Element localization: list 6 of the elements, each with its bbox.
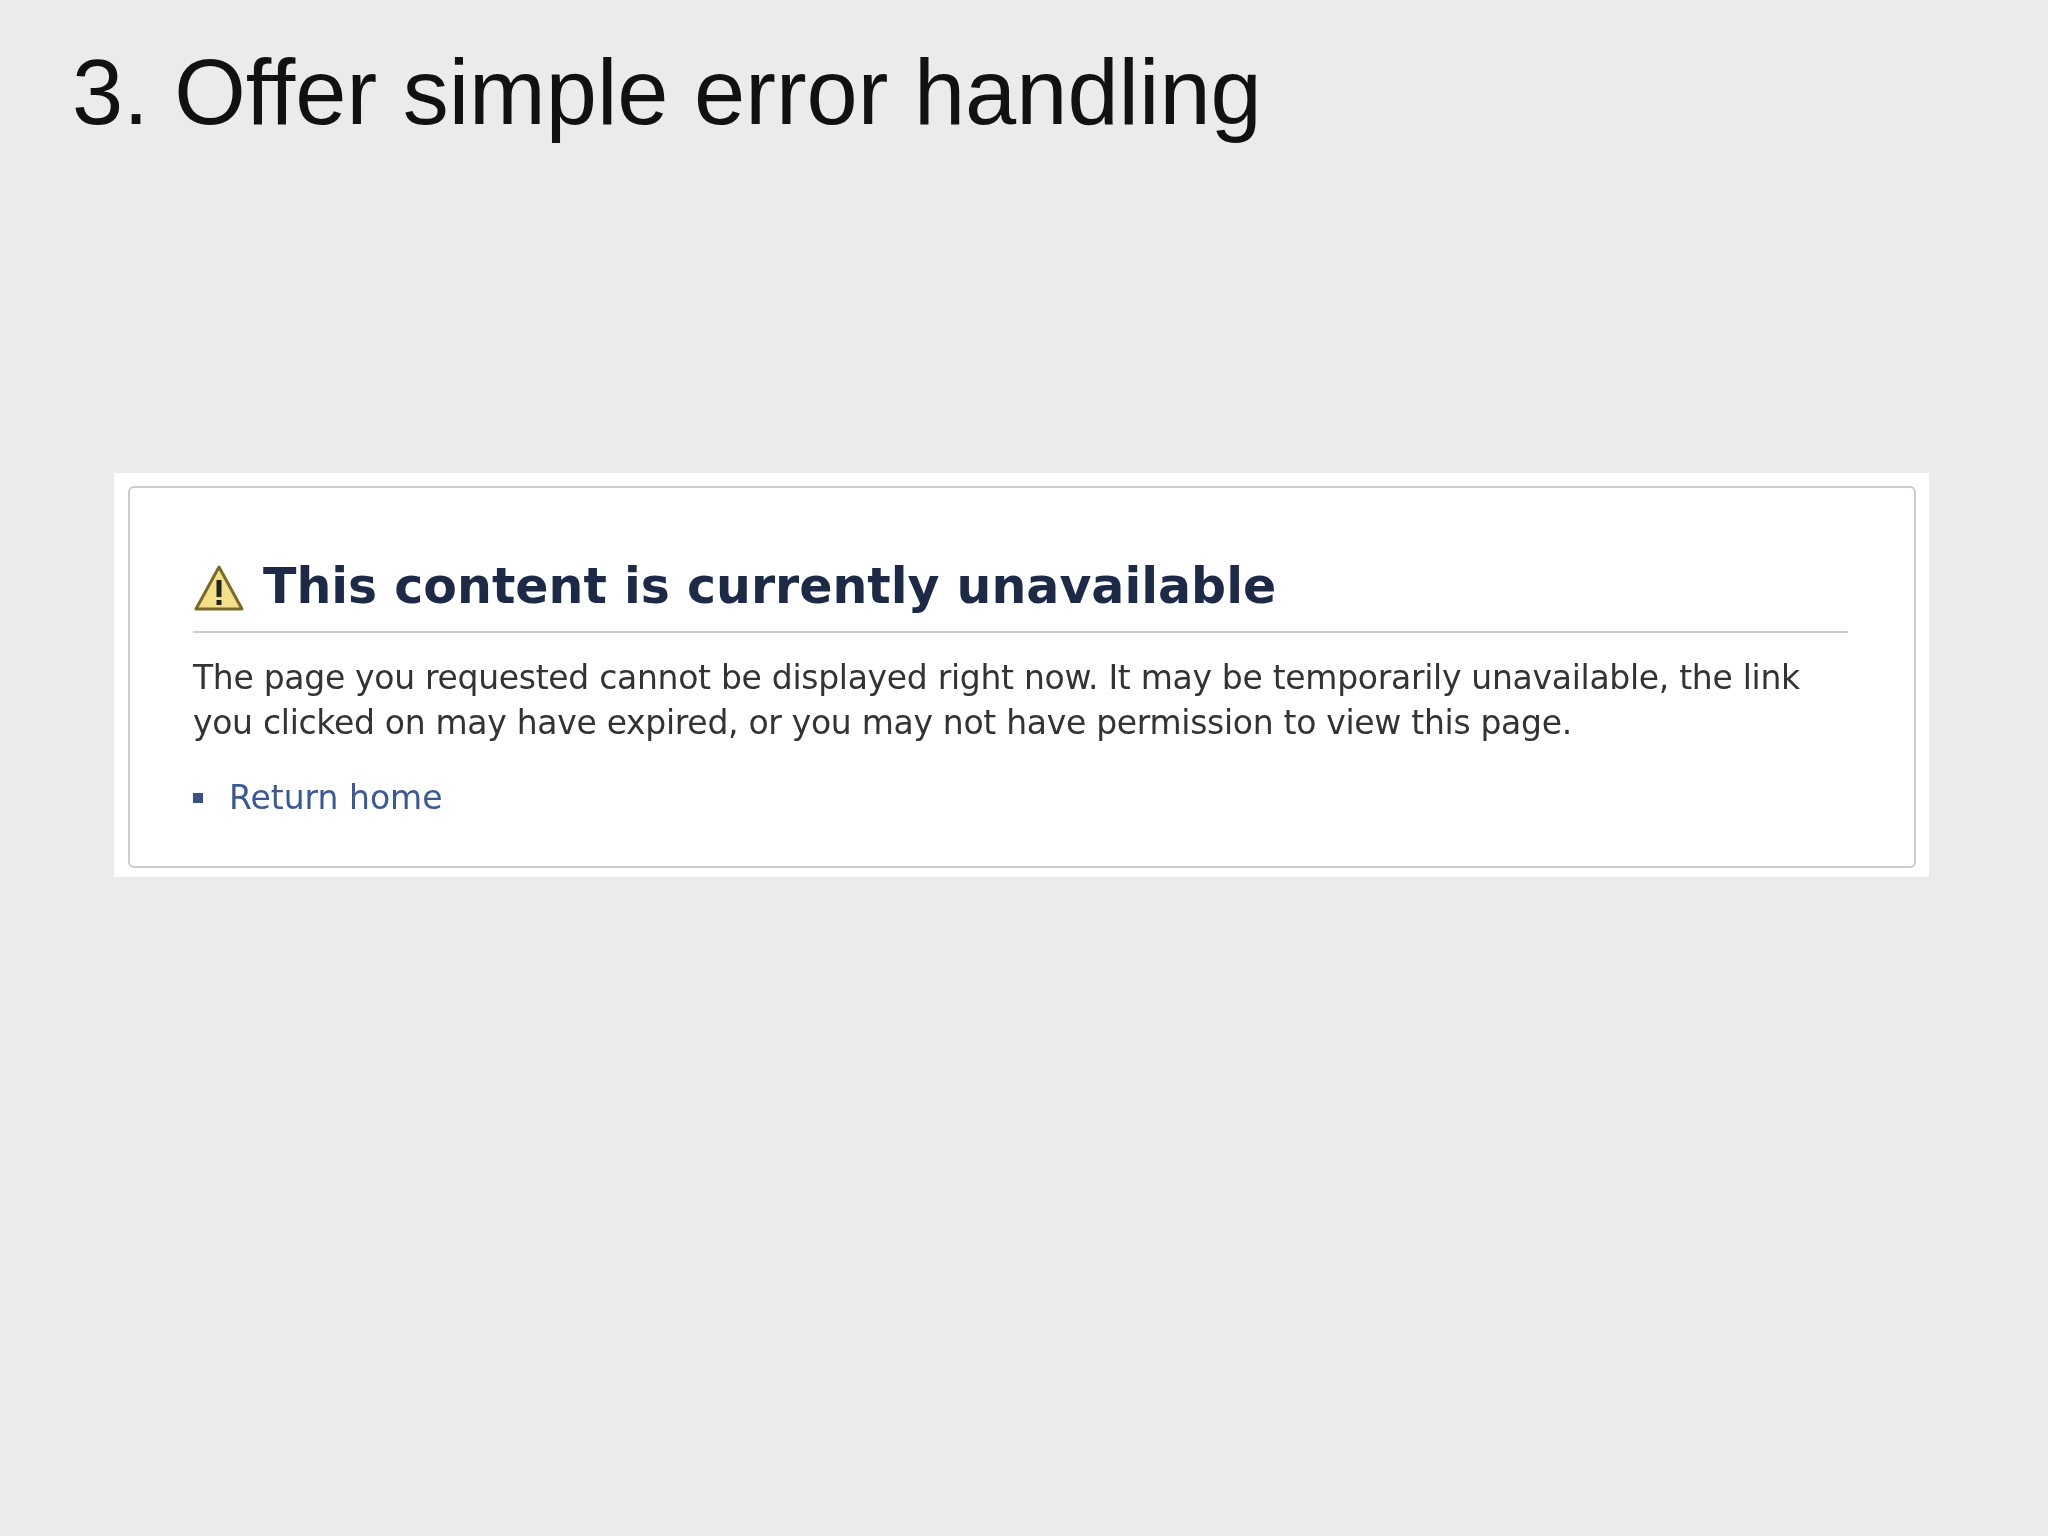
return-home-link[interactable]: Return home [229,773,443,823]
slide-title: 3. Offer simple error handling [71,40,1263,144]
bullet-icon [193,792,203,803]
warning-icon [193,563,245,612]
error-message: The page you requested cannot be displayed right now. It may be temporarily unavailable, the link you clicked on may have expired, or you may not have permission to view this page. [193,657,1801,744]
error-heading: This content is currently unavailable [263,558,1277,617]
